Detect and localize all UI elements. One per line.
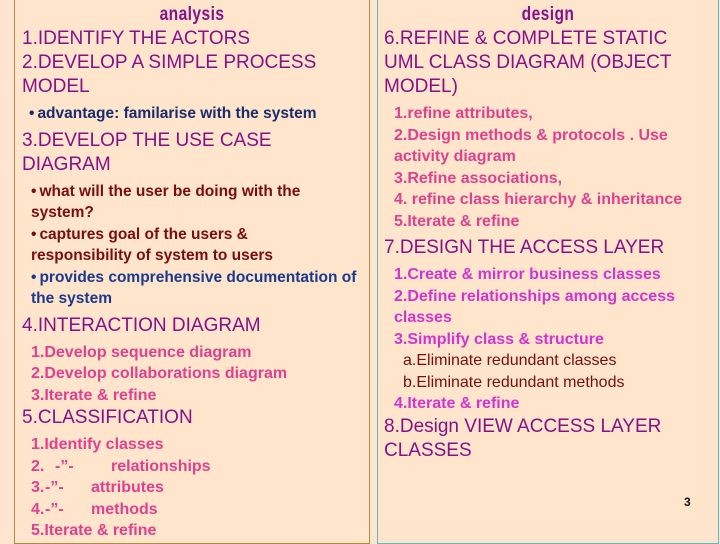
classification-item: 5.Iterate & refine (31, 522, 157, 539)
bullet-advantage: • advantage: familarise with the system (29, 105, 317, 122)
access-layer-item: 3.Simplify class & structure (394, 330, 604, 348)
access-layer-subitem: b.Eliminate redundant methods (403, 373, 625, 391)
uml-item: 5.Iterate & refine (394, 212, 520, 230)
step-identify-actors: 1.IDENTIFY THE ACTORS (22, 28, 251, 49)
bullet-user-doing: • what will the user be doing with the sy… (31, 182, 301, 222)
bullet-documentation: • provides comprehensive documentation of… (31, 268, 357, 308)
design-panel: design 6.REFINE & COMPLETE STATIC UML CL… (377, 0, 719, 544)
access-layer-item: 1.Create & mirror business classes (394, 266, 661, 283)
analysis-panel: analysis 1.IDENTIFY THE ACTORS 2.DEVELOP… (14, 0, 370, 544)
uml-item: 1.refine attributes, (394, 105, 533, 122)
uml-item: 4. refine class hierarchy & inheritance (394, 191, 683, 208)
page-number: 3 (684, 495, 691, 509)
analysis-title: analysis (159, 4, 225, 25)
bullet-icon: • (31, 182, 37, 200)
classification-item: 2. -”- relationships (31, 457, 211, 475)
access-layer-item: 4.Iterate & refine (394, 395, 520, 412)
uml-item: 2.Design methods & protocols . Use activ… (394, 126, 668, 166)
step-design-access-layer: 7.DESIGN THE ACCESS LAYER (384, 237, 665, 258)
bullet-icon: • (31, 268, 37, 286)
step-simple-process-model: 2.DEVELOP A SIMPLE PROCESS MODEL (22, 52, 317, 97)
classification-item: 4.-”- methods (31, 500, 158, 518)
access-layer-subitem: a.Eliminate redundant classes (403, 352, 617, 369)
uml-item: 3.Refine associations, (394, 169, 563, 187)
access-layer-item: 2.Define relationships among access clas… (394, 287, 675, 327)
bullet-captures-goal: • captures goal of the users & responsibi… (31, 225, 274, 265)
classification-item: 3.-”- attributes (31, 479, 164, 496)
bullet-icon: • (31, 225, 37, 243)
step-design-view-access-layer: 8.Design VIEW ACCESS LAYER CLASSES (384, 415, 662, 461)
interaction-item: 3.Iterate & refine (31, 386, 157, 404)
interaction-item: 1.Develop sequence diagram (31, 343, 252, 361)
step-refine-uml-class-diagram: 6.REFINE & COMPLETE STATIC UML CLASS DIA… (384, 28, 672, 97)
step-interaction-diagram: 4.INTERACTION DIAGRAM (22, 314, 261, 336)
bullet-icon: • (29, 105, 35, 122)
design-title: design (521, 4, 575, 25)
step-use-case-diagram: 3.DEVELOP THE USE CASE DIAGRAM (22, 129, 272, 175)
step-classification: 5.CLASSIFICATION (22, 407, 193, 428)
classification-item: 1.Identify classes (31, 436, 164, 453)
interaction-item: 2.Develop collaborations diagram (31, 365, 288, 382)
